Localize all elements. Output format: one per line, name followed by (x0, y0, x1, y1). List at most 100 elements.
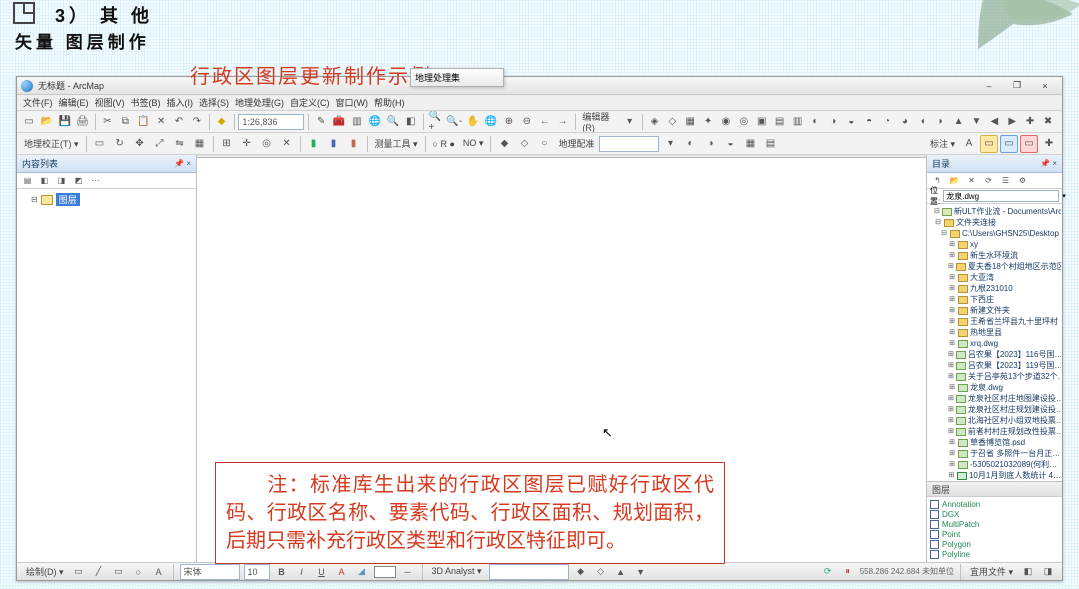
font-combo[interactable]: 宋体 (180, 564, 240, 580)
menu-geoprocessing[interactable]: 地理处理(G) (235, 96, 284, 109)
plus-expander-icon[interactable]: ⊞ (948, 470, 955, 481)
floating-geoprocessing-strip[interactable]: 地理处理集 (410, 68, 504, 87)
fill-color-swatch[interactable] (374, 566, 396, 578)
menu-help[interactable]: 帮助(H) (374, 96, 405, 109)
tool-icon[interactable]: ◧ (1020, 565, 1036, 579)
chevron-down-icon[interactable]: ▾ (1062, 192, 1066, 200)
menu-customize[interactable]: 自定义(C) (290, 96, 330, 109)
radio-group[interactable]: ○ R ● (430, 139, 458, 149)
copy-icon[interactable]: ⧉ (117, 113, 133, 131)
underline-icon[interactable]: U (314, 565, 330, 579)
georeferencing-dropdown[interactable]: 地理校正(T) ▾ (21, 137, 82, 150)
tree-item[interactable]: ⊞龙泉社区村庄规划建设投… (928, 404, 1061, 415)
no-dropdown[interactable]: NO ▾ (460, 138, 487, 149)
window-close-button[interactable]: × (1032, 79, 1058, 93)
toggle-tree-icon[interactable]: ☰ (998, 174, 1013, 187)
catalog-tree[interactable]: ⊟ 新ULT作业流 - Documents\Arc… ⊟ 文件夹连接 ⊟ C:\… (927, 204, 1062, 481)
gear-icon[interactable]: ⚙ (1015, 174, 1030, 187)
font-size-combo[interactable]: 10 (244, 564, 270, 580)
plus-expander-icon[interactable]: ⊞ (948, 426, 954, 437)
label-icon[interactable]: A (960, 135, 978, 153)
add-data-icon[interactable]: ◆ (214, 113, 230, 131)
undo-icon[interactable]: ↶ (171, 113, 187, 131)
tool-icon[interactable]: ◆ (495, 135, 513, 153)
font-color-icon[interactable]: A (334, 565, 350, 579)
tool-icon[interactable]: ◆ (573, 565, 589, 579)
tool-icon[interactable]: ▼ (633, 565, 649, 579)
tool-icon[interactable]: ▲ (951, 113, 967, 131)
catalog-address-input[interactable] (943, 190, 1059, 202)
select-elements-icon[interactable]: ▭ (91, 135, 109, 153)
preview-layer-row[interactable]: DGX (930, 510, 1059, 519)
cut-icon[interactable]: ✂ (99, 113, 115, 131)
tool-icon[interactable]: ▥ (790, 113, 806, 131)
tool-icon[interactable]: ▲ (613, 565, 629, 579)
tool-icon[interactable]: ◐ (681, 135, 699, 153)
select-icon[interactable]: ▭ (71, 565, 87, 579)
tree-item[interactable]: ⊞-5305021032089(何利… (928, 459, 1061, 470)
line-color-icon[interactable]: ─ (400, 565, 416, 579)
python-icon[interactable]: ▥ (349, 113, 365, 131)
draw-dropdown[interactable]: 绘制(D) ▾ (23, 565, 67, 578)
tool-icon[interactable]: ▣ (754, 113, 770, 131)
toc-tree[interactable]: ⊟ 图层 (17, 189, 196, 562)
list-by-source-icon[interactable]: ◧ (37, 174, 52, 188)
tool-icon[interactable]: ○ (535, 135, 553, 153)
forward-extent-icon[interactable]: → (555, 113, 571, 131)
window-maximize-button[interactable]: ❐ (1004, 79, 1030, 93)
pin-icon[interactable]: 📌 × (174, 159, 191, 168)
options-icon[interactable]: ⋯ (88, 174, 103, 188)
flip-icon[interactable]: ⇋ (171, 135, 189, 153)
print-icon[interactable]: 🖨 (75, 113, 91, 131)
tool-icon[interactable]: ◇ (593, 565, 609, 579)
tree-item[interactable]: ⊞九根231010 (928, 283, 1061, 294)
preview-layer-row[interactable]: Annotation (930, 500, 1059, 509)
tool-icon[interactable]: ◒ (843, 113, 859, 131)
refresh-icon[interactable]: ⟳ (981, 174, 996, 187)
tool-icon[interactable]: ◑ (701, 135, 719, 153)
scale-combo[interactable]: 1:26,836 (238, 114, 304, 130)
plus-expander-icon[interactable]: ⊞ (948, 283, 956, 294)
label-icon[interactable]: ✚ (1040, 135, 1058, 153)
plus-expander-icon[interactable]: ⊞ (948, 349, 954, 360)
tool-icon[interactable]: ▤ (772, 113, 788, 131)
plus-expander-icon[interactable]: ⊞ (948, 294, 956, 305)
auto-adjust-icon[interactable]: ◎ (258, 135, 276, 153)
tree-root-hint[interactable]: ⊟ 新ULT作业流 - Documents\Arc… (928, 206, 1061, 217)
menu-edit[interactable]: 编辑(E) (59, 96, 89, 109)
tool-icon[interactable]: ◎ (736, 113, 752, 131)
pause-drawing-icon[interactable]: ⏸ (840, 565, 856, 579)
tool-icon[interactable]: ◇ (515, 135, 533, 153)
tree-item[interactable]: ⊞夏夫香18个村组地区示范区 (928, 261, 1061, 272)
tree-item[interactable]: ⊞龙泉.dwg (928, 382, 1061, 393)
label-icon[interactable]: ▭ (1020, 135, 1038, 153)
tool-icon[interactable]: ◕ (897, 113, 913, 131)
tree-item[interactable]: ⊞xrq.dwg (928, 338, 1061, 349)
plus-expander-icon[interactable]: ⊞ (948, 305, 956, 316)
line-icon[interactable]: ╱ (91, 565, 107, 579)
zoom-out-icon[interactable]: 🔍- (445, 113, 463, 131)
tool-icon[interactable]: ◑ (825, 113, 841, 131)
tool-icon[interactable]: ◗ (933, 113, 949, 131)
plus-expander-icon[interactable]: ⊞ (948, 393, 954, 404)
tree-item[interactable]: ⊞吕农果【2023】119号国… (928, 360, 1061, 371)
list-by-visibility-icon[interactable]: ◨ (54, 174, 69, 188)
tree-item[interactable]: ⊞王希省兰坪县九十里坪村 (928, 316, 1061, 327)
minus-expander-icon[interactable]: ⊟ (31, 195, 38, 204)
plus-expander-icon[interactable]: ⊞ (948, 250, 956, 261)
tree-item[interactable]: ⊞下西庄 (928, 294, 1061, 305)
add-control-points-icon[interactable]: ✛ (238, 135, 256, 153)
tool-icon[interactable]: ◔ (879, 113, 895, 131)
tool-icon[interactable]: ▼ (969, 113, 985, 131)
tool-icon[interactable]: ▶ (1004, 113, 1020, 131)
plus-expander-icon[interactable]: ⊞ (948, 316, 956, 327)
preview-layer-row[interactable]: MultiPatch (930, 520, 1059, 529)
minus-expander-icon[interactable]: ⊟ (934, 206, 940, 217)
plus-expander-icon[interactable]: ⊞ (948, 272, 956, 283)
tool-icon[interactable]: ◒ (721, 135, 739, 153)
plus-expander-icon[interactable]: ⊞ (948, 415, 954, 426)
fill-color-icon[interactable]: ◢ (354, 565, 370, 579)
tree-item[interactable]: ⊞龙泉社区村庄地图建设投… (928, 393, 1061, 404)
georeferencing-label[interactable]: 地理配准 (555, 137, 597, 150)
text-icon[interactable]: A (151, 565, 167, 579)
